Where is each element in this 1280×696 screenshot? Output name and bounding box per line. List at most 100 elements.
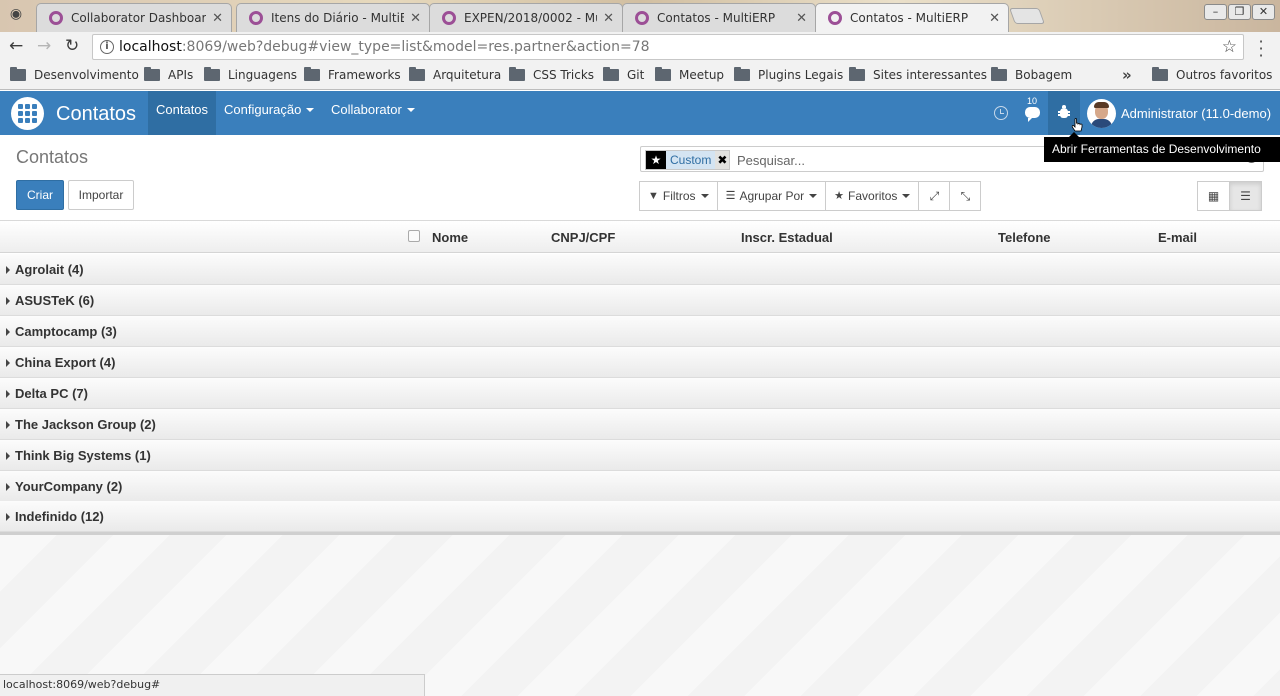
close-tab-icon[interactable]: ✕ [989,11,1000,26]
groupby-dropdown[interactable]: ☰ Agrupar Por [716,181,827,211]
address-bar[interactable]: i localhost:8069/web?debug#view_type=lis… [92,34,1244,60]
bookmark-folder[interactable]: Meetup [655,67,724,82]
info-icon[interactable]: i [100,40,114,54]
caret-down-icon [809,194,818,198]
column-header-inscr-estadual[interactable]: Inscr. Estadual [741,230,833,245]
kanban-view-button[interactable]: ▦ [1197,181,1230,211]
star-icon: ★ [834,190,845,202]
close-tab-icon[interactable]: ✕ [212,11,223,26]
close-tab-icon[interactable]: ✕ [603,11,614,26]
bookmark-folder[interactable]: Sites interessantes [849,67,987,82]
caret-right-icon [6,297,10,305]
bookmark-folder[interactable]: Plugins Legais [734,67,843,82]
create-button[interactable]: Criar [16,180,64,210]
search-facet[interactable]: ★ Custom ✖ [645,150,731,170]
caret-down-icon [700,194,709,198]
list-view-button[interactable]: ☰ [1229,181,1262,211]
close-tab-icon[interactable]: ✕ [796,11,807,26]
menu-collaborator[interactable]: Collaborator [323,91,423,135]
caret-right-icon [6,328,10,336]
groupby-label: Agrupar Por [739,189,805,203]
bookmark-folder[interactable]: Bobagem [991,67,1072,82]
bars-icon: ☰ [725,190,736,202]
tab-title: Collaborator Dashboard [71,11,207,25]
caret-right-icon [6,390,10,398]
group-row[interactable]: YourCompany (2) [0,471,1280,502]
bookmark-folder[interactable]: APIs [144,67,194,82]
column-header-telefone[interactable]: Telefone [998,230,1051,245]
user-avatar[interactable] [1087,99,1116,128]
group-row[interactable]: Indefinido (12) [0,501,1280,532]
browser-tab-2[interactable]: Itens do Diário - MultiERP ✕ [236,3,430,32]
group-label: ASUSTeK (6) [15,293,95,308]
filter-icon: ▼ [648,190,659,202]
group-label: Camptocamp (3) [15,324,117,339]
bookmark-label: APIs [168,68,194,82]
menu-label: Collaborator [331,102,402,117]
group-row[interactable]: Think Big Systems (1) [0,440,1280,471]
bookmark-folder[interactable]: Arquitetura [409,67,502,82]
odoo-favicon-icon [442,11,456,25]
other-bookmarks-folder[interactable]: Outros favoritos [1152,67,1272,82]
forward-arrow-icon[interactable]: → [37,37,51,55]
menu-contatos[interactable]: Contatos [148,91,217,135]
new-tab-button[interactable] [1009,8,1045,24]
group-label: The Jackson Group (2) [15,417,156,432]
filters-dropdown[interactable]: ▼ Filtros [639,181,718,211]
user-menu[interactable]: Administrator (11.0-demo) [1121,106,1271,121]
bookmark-label: Linguagens [228,68,298,82]
column-header-cnpj[interactable]: CNPJ/CPF [551,230,615,245]
favorite-star-icon: ★ [646,151,666,169]
bookmark-folder[interactable]: Desenvolvimento [10,67,139,82]
expand-groups-button[interactable]: ⤢ [918,181,951,211]
column-header-email[interactable]: E-mail [1158,230,1197,245]
group-row[interactable]: ASUSTeK (6) [0,285,1280,316]
hand-pointer-cursor-icon [1071,118,1083,132]
browser-tab-1[interactable]: Collaborator Dashboard ✕ [36,3,232,32]
browser-tab-4[interactable]: Contatos - MultiERP ✕ [622,3,816,32]
activity-clock-icon[interactable] [994,106,1008,120]
folder-icon [734,67,750,81]
restore-window-button[interactable]: ❐ [1228,4,1251,20]
favorites-label: Favoritos [848,189,898,203]
url-host: localhost [119,39,182,55]
bookmark-folder[interactable]: CSS Tricks [509,67,594,82]
reload-icon[interactable]: ↻ [65,37,79,55]
group-row[interactable]: Camptocamp (3) [0,316,1280,347]
import-button[interactable]: Importar [68,180,134,210]
bookmark-label: Arquitetura [433,68,502,82]
collapse-groups-button[interactable]: ⤡ [949,181,982,211]
group-row[interactable]: Delta PC (7) [0,378,1280,409]
breadcrumb: Contatos [16,147,89,167]
column-header-nome[interactable]: Nome [432,230,468,245]
minimize-window-button[interactable]: – [1204,4,1227,20]
remove-facet-icon[interactable]: ✖ [715,151,729,169]
favorites-dropdown[interactable]: ★ Favoritos [825,181,920,211]
menu-configuracao[interactable]: Configuração [216,91,322,135]
close-window-button[interactable]: ✕ [1252,4,1275,20]
incognito-icon: ◉ [9,6,23,22]
close-tab-icon[interactable]: ✕ [410,11,421,26]
folder-icon [304,67,320,81]
tab-title: Itens do Diário - MultiERP [271,11,405,25]
bookmark-folder[interactable]: Git [603,67,644,82]
group-row[interactable]: China Export (4) [0,347,1280,378]
app-brand: Contatos [56,103,137,125]
view-switcher: ▦ ☰ [1197,181,1262,211]
more-bookmarks-chevron-icon[interactable]: » [1122,66,1132,84]
group-label: Agrolait (4) [15,262,84,277]
app-switcher-grid-icon[interactable] [11,97,44,130]
caret-right-icon [6,452,10,460]
browser-tab-3[interactable]: EXPEN/2018/0002 - MultiERP ✕ [429,3,623,32]
back-arrow-icon[interactable]: ← [9,37,23,55]
bookmark-folder[interactable]: Frameworks [304,67,401,82]
group-row[interactable]: Agrolait (4) [0,254,1280,285]
caret-right-icon [6,359,10,367]
select-all-checkbox[interactable] [408,230,420,242]
bookmark-star-icon[interactable]: ☆ [1222,35,1237,59]
bookmark-folder[interactable]: Linguagens [204,67,298,82]
chat-bubble-icon[interactable] [1025,107,1040,122]
browser-menu-icon[interactable]: · · · [1256,34,1266,64]
browser-tab-5-active[interactable]: Contatos - MultiERP ✕ [815,3,1009,32]
group-row[interactable]: The Jackson Group (2) [0,409,1280,440]
